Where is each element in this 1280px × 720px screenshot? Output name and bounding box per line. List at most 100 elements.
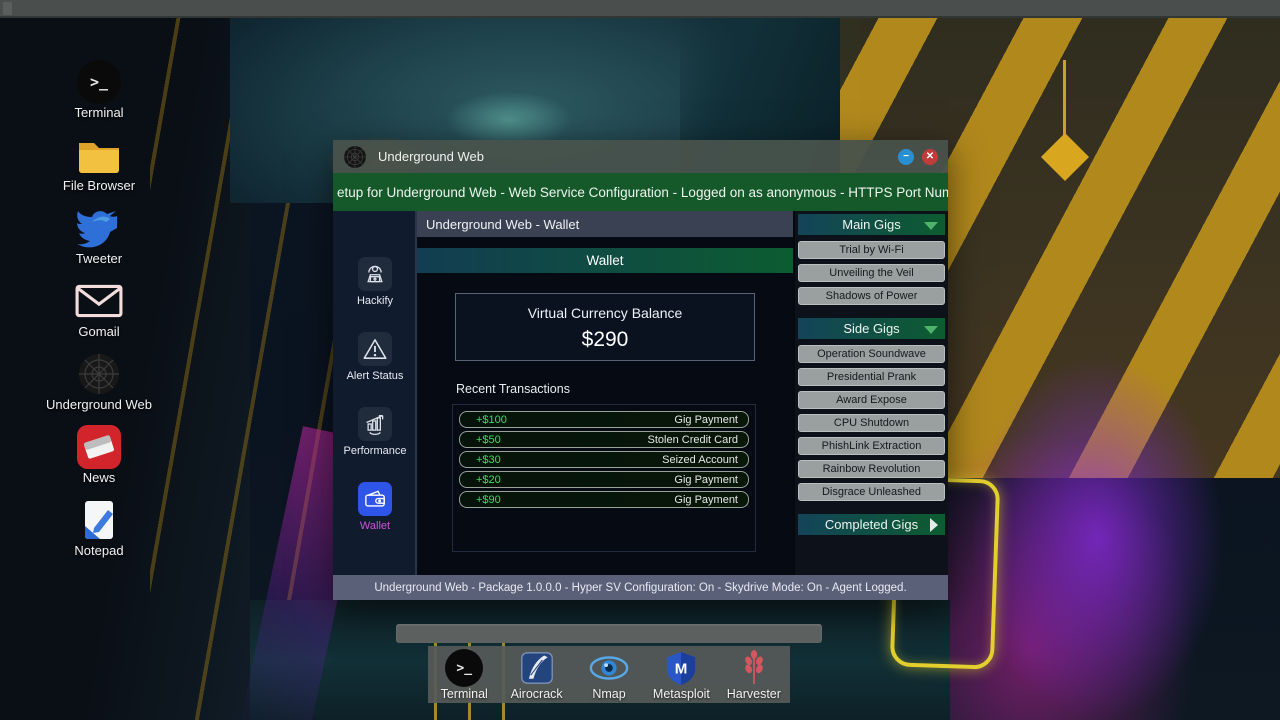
dock-item-label: Metasploit [652,687,710,701]
minimize-button[interactable]: − [898,148,914,165]
side-gigs-header[interactable]: Side Gigs [798,318,945,339]
window-left-nav: Hackify Alert Status Performance Wallet [333,211,417,575]
transaction-amount: +$30 [476,453,501,466]
panel-handle [3,2,12,15]
underground-web-window: Underground Web − ✕ etup for Underground… [333,140,948,600]
gig-button[interactable]: Presidential Prank [798,368,945,386]
nav-item-wallet[interactable]: Wallet [333,482,417,532]
desktop-icon-tweeter[interactable]: Tweeter [39,204,159,266]
transaction-description: Gig Payment [674,473,738,486]
transaction-row[interactable]: +$50 Stolen Credit Card [459,431,749,448]
gig-button[interactable]: Unveiling the Veil [798,264,945,282]
window-app-icon [344,145,366,168]
dock-item-nmap[interactable]: Nmap [573,646,645,701]
status-text: Underground Web - Package 1.0.0.0 - Hype… [374,581,907,594]
dock-item-label: Airocrack [510,687,563,701]
desktop-icon-label: News [82,470,116,485]
desktop-icon-label: File Browser [62,178,136,193]
dock-item-terminal[interactable]: >_ Terminal [428,646,500,701]
close-button[interactable]: ✕ [922,148,938,165]
wallet-content: Underground Web - Wallet Wallet Virtual … [417,211,793,575]
balance-box: Virtual Currency Balance $290 [455,293,755,361]
transaction-description: Gig Payment [674,413,738,426]
dock-item-label: Nmap [592,687,626,701]
marquee-text: etup for Underground Web - Web Service C… [337,184,948,200]
transaction-row[interactable]: +$30 Seized Account [459,451,749,468]
gig-button[interactable]: Award Expose [798,391,945,409]
dock-item-airocrack[interactable]: Airocrack [500,646,572,701]
desktop-icon-label: Gomail [78,324,120,339]
envelope-icon [39,277,159,324]
transaction-description: Stolen Credit Card [647,433,739,446]
desktop: >_ Terminal File Browser Tweeter Gomail … [0,0,1280,720]
wallpaper-left-stripes [150,18,350,720]
chevron-down-icon [924,222,938,230]
nmap-eye-icon [573,649,645,687]
transaction-amount: +$50 [476,433,501,446]
transaction-row[interactable]: +$90 Gig Payment [459,491,749,508]
gig-button[interactable]: Rainbow Revolution [798,460,945,478]
folder-icon [39,131,159,178]
desktop-icon-file-browser[interactable]: File Browser [39,131,159,193]
chevron-right-icon [930,518,938,532]
completed-gigs-header[interactable]: Completed Gigs [798,514,945,535]
transactions-list: +$100 Gig Payment +$50 Stolen Credit Car… [452,404,756,552]
wallpaper-diamond-line [1063,60,1066,140]
transaction-row[interactable]: +$20 Gig Payment [459,471,749,488]
balance-value: $290 [581,328,629,351]
airocrack-icon [500,649,572,687]
gig-button[interactable]: CPU Shutdown [798,414,945,432]
transaction-amount: +$90 [476,493,501,506]
wallpaper-yellow-diamond [1040,132,1090,182]
marquee-banner: etup for Underground Web - Web Service C… [333,173,948,211]
desktop-icon-news[interactable]: News [39,423,159,485]
transaction-description: Gig Payment [674,493,738,506]
dock-item-label: Harvester [726,687,781,701]
transaction-amount: +$100 [476,413,507,426]
gig-button[interactable]: PhishLink Extraction [798,437,945,455]
gig-button[interactable]: Shadows of Power [798,287,945,305]
main-gigs-header[interactable]: Main Gigs [798,214,945,235]
completed-gigs-title: Completed Gigs [824,517,919,532]
nav-label: Performance [343,445,407,457]
transaction-row[interactable]: +$100 Gig Payment [459,411,749,428]
nav-label: Wallet [359,520,391,532]
content-header: Underground Web - Wallet [417,211,793,237]
chevron-down-icon [924,326,938,334]
window-status-bar: Underground Web - Package 1.0.0.0 - Hype… [333,575,948,600]
dock: >_ Terminal Airocrack Nmap M Metasploit [428,646,790,703]
terminal-icon: >_ [39,58,159,105]
dock-item-harvester[interactable]: Harvester [718,646,790,701]
dock-item-metasploit[interactable]: M Metasploit [645,646,717,701]
top-panel[interactable] [0,0,1280,18]
dock-item-label: Terminal [440,687,488,701]
desktop-icon-notepad[interactable]: Notepad [39,496,159,558]
harvester-plant-icon [718,649,790,687]
svg-text:M: M [675,660,688,677]
nav-label: Alert Status [346,370,404,382]
bird-icon [39,204,159,251]
desktop-icon-label: Tweeter [75,251,123,266]
desktop-icon-label: Notepad [74,543,124,558]
side-gigs-title: Side Gigs [843,321,900,336]
gig-button[interactable]: Trial by Wi-Fi [798,241,945,259]
notepad-icon [39,496,159,543]
window-title: Underground Web [378,149,484,164]
main-gigs-title: Main Gigs [842,217,901,232]
desktop-icon-underground-web[interactable]: Underground Web [39,350,159,412]
desktop-icon-gomail[interactable]: Gomail [39,277,159,339]
gig-button[interactable]: Disgrace Unleashed [798,483,945,501]
nav-item-performance[interactable]: Performance [333,407,417,457]
gig-button[interactable]: Operation Soundwave [798,345,945,363]
desktop-icon-label: Underground Web [46,397,152,412]
news-icon [39,423,159,470]
desktop-icon-terminal[interactable]: >_ Terminal [39,58,159,120]
taskbar-strip[interactable] [396,624,822,643]
nav-item-alert-status[interactable]: Alert Status [333,332,417,382]
alert-icon [358,332,392,366]
nav-label: Hackify [356,295,394,307]
desktop-icon-label: Terminal [74,105,124,120]
nav-item-hackify[interactable]: Hackify [333,257,417,307]
window-titlebar[interactable]: Underground Web − ✕ [333,140,948,173]
performance-icon [358,407,392,441]
